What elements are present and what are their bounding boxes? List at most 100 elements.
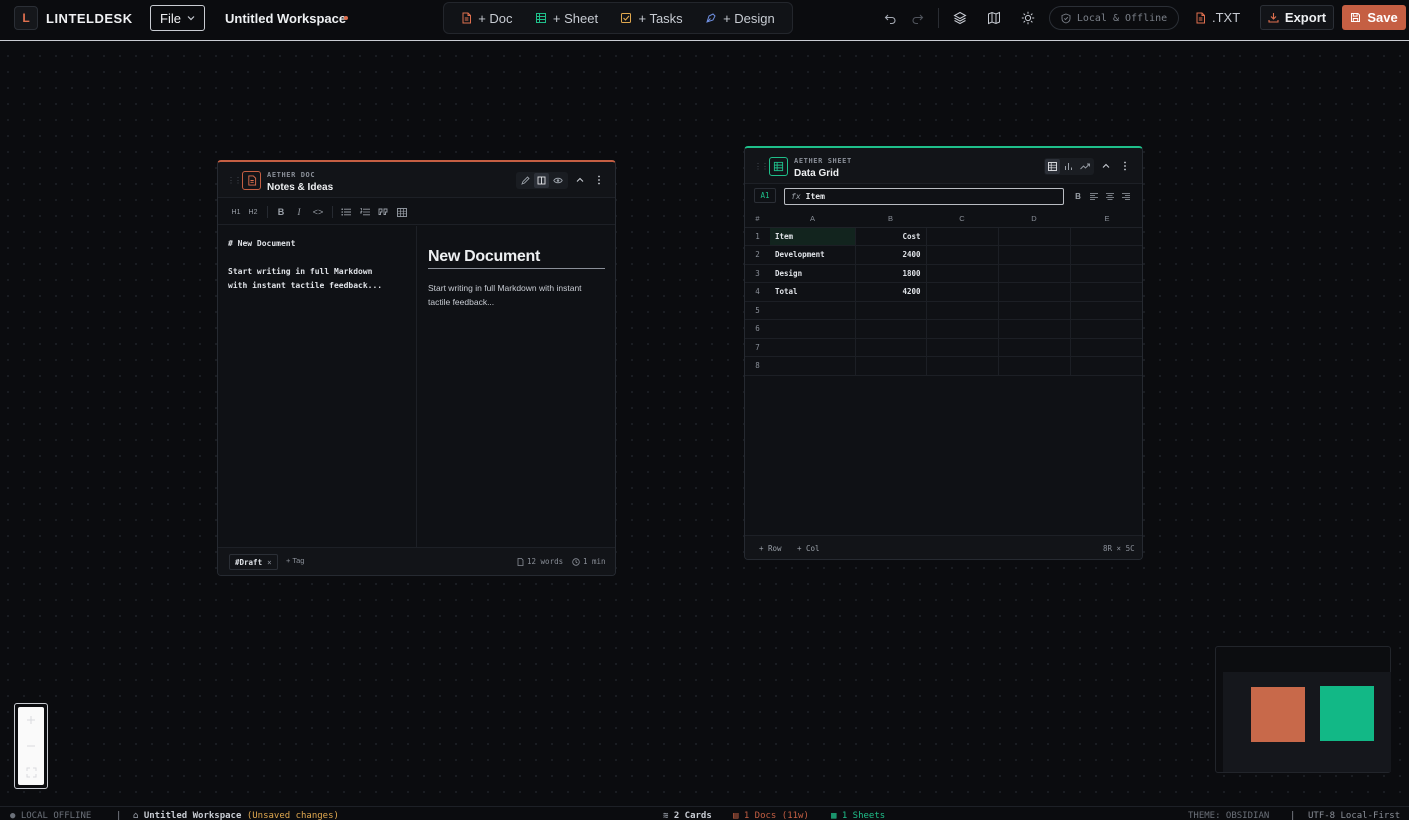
grid-cell[interactable] bbox=[770, 301, 856, 320]
grid-cell[interactable]: Development bbox=[770, 245, 856, 265]
zoom-out-icon[interactable] bbox=[18, 733, 44, 759]
column-header[interactable]: B bbox=[855, 210, 926, 228]
doc-card[interactable]: ⋮⋮ AETHER DOC Notes & Ideas H1 H2 B I <>… bbox=[217, 160, 616, 576]
grid-cell[interactable] bbox=[926, 301, 999, 320]
row-number[interactable]: 6 bbox=[745, 319, 770, 339]
grid-cell[interactable] bbox=[926, 227, 999, 246]
add-tag-button[interactable]: + Tag bbox=[286, 556, 304, 565]
grid-cell[interactable] bbox=[1070, 245, 1142, 265]
grid-cell[interactable] bbox=[1070, 282, 1142, 302]
sheet-card-header[interactable]: ⋮⋮ AETHER SHEET Data Grid bbox=[745, 148, 1142, 184]
grid-cell[interactable] bbox=[1070, 301, 1142, 320]
grid-cell[interactable] bbox=[855, 338, 927, 357]
doc-card-header[interactable]: ⋮⋮ AETHER DOC Notes & Ideas bbox=[218, 162, 615, 198]
bullet-list-icon[interactable] bbox=[339, 204, 353, 220]
redo-icon[interactable] bbox=[908, 9, 926, 27]
grid-cell[interactable]: 1800 bbox=[855, 264, 927, 283]
code-button[interactable]: <> bbox=[311, 204, 325, 220]
add-sheet-button[interactable]: + Sheet bbox=[535, 11, 598, 26]
grid-cell[interactable] bbox=[855, 356, 927, 376]
grid-cell[interactable] bbox=[770, 319, 856, 339]
grid-cell[interactable] bbox=[926, 338, 999, 357]
grid-cell[interactable]: Design bbox=[770, 264, 856, 283]
heading1-button[interactable]: H1 bbox=[229, 204, 243, 220]
italic-button[interactable]: I bbox=[293, 204, 305, 220]
fit-view-icon[interactable] bbox=[18, 759, 44, 785]
trend-chart-icon[interactable] bbox=[1077, 159, 1092, 174]
file-menu-button[interactable]: File bbox=[150, 5, 205, 31]
align-right-icon[interactable] bbox=[1120, 188, 1132, 204]
numbered-list-icon[interactable] bbox=[358, 204, 372, 220]
add-design-button[interactable]: + Design bbox=[705, 11, 775, 26]
grid-cell[interactable] bbox=[1070, 338, 1142, 357]
grid-cell[interactable]: 2400 bbox=[855, 245, 927, 265]
sun-icon[interactable] bbox=[1019, 9, 1037, 27]
drag-handle-icon[interactable]: ⋮⋮ bbox=[754, 162, 769, 171]
quote-icon[interactable] bbox=[376, 204, 390, 220]
align-left-icon[interactable] bbox=[1088, 188, 1100, 204]
row-number[interactable]: 4 bbox=[745, 282, 770, 302]
column-header[interactable]: C bbox=[926, 210, 998, 228]
grid-cell[interactable]: 4200 bbox=[855, 282, 927, 302]
grid-cell[interactable] bbox=[1070, 264, 1142, 283]
map-icon[interactable] bbox=[985, 9, 1003, 27]
bold-button[interactable]: B bbox=[1072, 188, 1084, 204]
grid-cell[interactable] bbox=[855, 319, 927, 339]
grid-cell[interactable] bbox=[926, 282, 999, 302]
card-title[interactable]: Data Grid bbox=[794, 168, 839, 179]
grid-cell[interactable] bbox=[998, 245, 1071, 265]
grid-cell[interactable] bbox=[998, 227, 1071, 246]
grid-cell[interactable]: Total bbox=[770, 282, 856, 302]
row-number[interactable]: 3 bbox=[745, 264, 770, 283]
grid-cell[interactable] bbox=[998, 319, 1071, 339]
sheet-card[interactable]: ⋮⋮ AETHER SHEET Data Grid A1 fx Item B #… bbox=[744, 146, 1143, 560]
drag-handle-icon[interactable]: ⋮⋮ bbox=[227, 176, 242, 185]
grid-cell[interactable] bbox=[998, 301, 1071, 320]
align-center-icon[interactable] bbox=[1104, 188, 1116, 204]
grid-cell[interactable] bbox=[926, 264, 999, 283]
table-view-icon[interactable] bbox=[1045, 159, 1060, 174]
grid-cell[interactable] bbox=[1070, 227, 1142, 246]
grid-cell[interactable] bbox=[1070, 319, 1142, 339]
markdown-editor[interactable]: # New Document Start writing in full Mar… bbox=[218, 226, 417, 547]
grid-cell[interactable] bbox=[926, 245, 999, 265]
collapse-icon[interactable] bbox=[1098, 158, 1114, 174]
table-icon[interactable] bbox=[395, 204, 409, 220]
more-menu-icon[interactable] bbox=[591, 172, 607, 188]
undo-icon[interactable] bbox=[881, 9, 899, 27]
formula-input[interactable]: fx Item bbox=[784, 188, 1064, 205]
add-doc-button[interactable]: + Doc bbox=[461, 11, 513, 26]
grid-cell[interactable]: Cost bbox=[855, 227, 927, 246]
add-tasks-button[interactable]: + Tasks bbox=[620, 11, 683, 26]
grid-cell[interactable] bbox=[998, 264, 1071, 283]
cell-reference[interactable]: A1 bbox=[754, 188, 776, 203]
row-number[interactable]: 5 bbox=[745, 301, 770, 320]
zoom-in-icon[interactable] bbox=[18, 707, 44, 733]
grid-cell[interactable] bbox=[770, 356, 856, 376]
grid-cell[interactable] bbox=[855, 301, 927, 320]
layers-icon[interactable] bbox=[951, 9, 969, 27]
remove-tag-icon[interactable]: × bbox=[267, 558, 272, 567]
save-button[interactable]: Save bbox=[1342, 5, 1406, 30]
split-view-icon[interactable] bbox=[534, 173, 549, 188]
collapse-icon[interactable] bbox=[572, 172, 588, 188]
card-title[interactable]: Notes & Ideas bbox=[267, 182, 333, 193]
preview-eye-icon[interactable] bbox=[550, 173, 565, 188]
grid-cell[interactable] bbox=[926, 319, 999, 339]
grid-cell[interactable] bbox=[1070, 356, 1142, 376]
column-header[interactable]: E bbox=[1070, 210, 1142, 228]
row-number[interactable]: 8 bbox=[745, 356, 770, 376]
row-number[interactable]: 7 bbox=[745, 338, 770, 357]
more-menu-icon[interactable] bbox=[1117, 158, 1133, 174]
grid-cell[interactable] bbox=[926, 356, 999, 376]
bold-button[interactable]: B bbox=[275, 204, 287, 220]
export-txt-button[interactable]: .TXT bbox=[1195, 10, 1240, 25]
minimap[interactable] bbox=[1215, 646, 1391, 773]
add-column-button[interactable]: + Col bbox=[797, 544, 820, 553]
grid-cell[interactable] bbox=[998, 282, 1071, 302]
grid-cell[interactable] bbox=[770, 338, 856, 357]
workspace-title[interactable]: Untitled Workspace bbox=[225, 11, 346, 26]
column-header[interactable]: A bbox=[770, 210, 855, 228]
heading2-button[interactable]: H2 bbox=[246, 204, 260, 220]
column-header[interactable]: D bbox=[998, 210, 1070, 228]
